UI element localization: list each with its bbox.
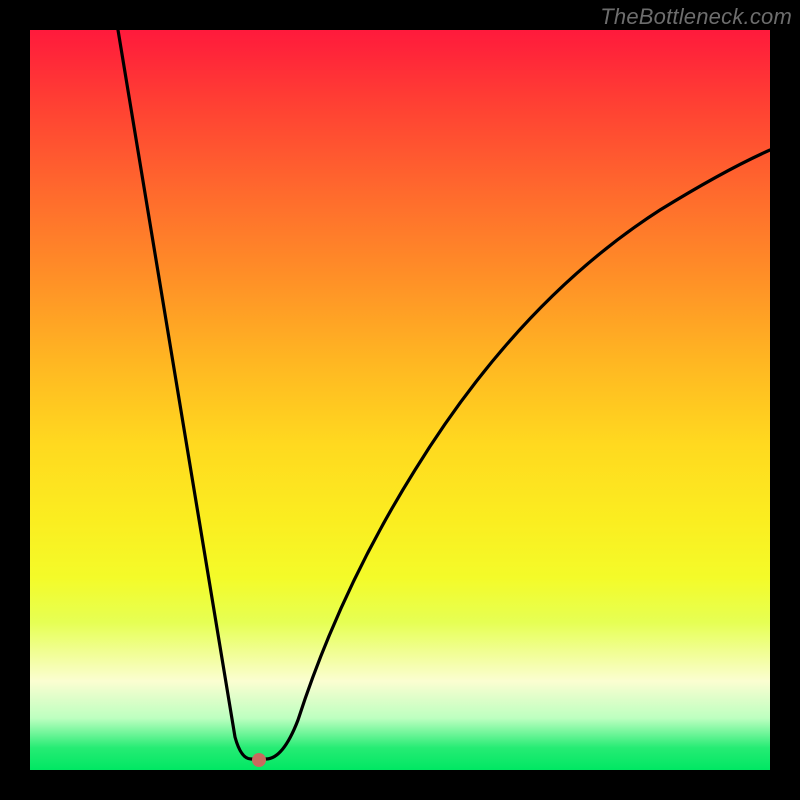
- curve-svg: [30, 30, 770, 770]
- minimum-marker-dot: [252, 753, 266, 767]
- chart-frame: TheBottleneck.com: [0, 0, 800, 800]
- curve-path: [118, 30, 770, 759]
- attribution-text: TheBottleneck.com: [600, 4, 792, 30]
- plot-area: [30, 30, 770, 770]
